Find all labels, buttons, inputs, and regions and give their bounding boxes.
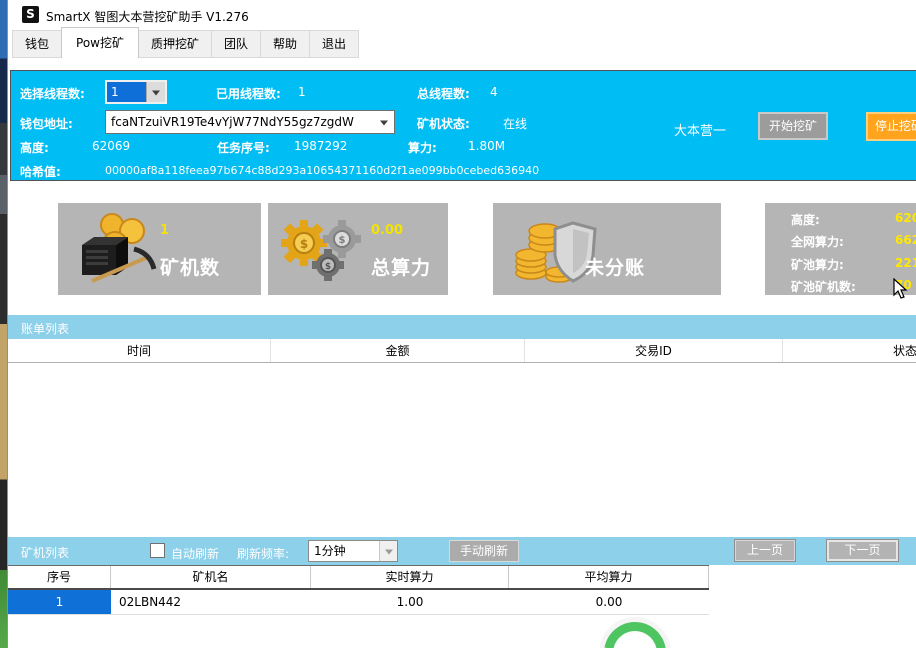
network-hashrate-label: 全网算力:: [791, 233, 844, 250]
miner-col-average[interactable]: 平均算力: [509, 566, 709, 588]
thread-count-dropdown-button[interactable]: [146, 82, 165, 102]
bill-col-time[interactable]: 时间: [8, 339, 271, 362]
title-bar: S SmartX 智图大本营挖矿助手 V1.276: [8, 0, 916, 30]
app-window: S SmartX 智图大本营挖矿助手 V1.276 钱包 Pow挖矿 质押挖矿 …: [7, 0, 916, 648]
auto-refresh-label: 自动刷新: [171, 545, 219, 562]
mouse-cursor-icon: [893, 278, 908, 300]
miner-row-average: 0.00: [509, 590, 709, 614]
refresh-rate-label: 刷新频率:: [237, 545, 289, 562]
refresh-rate-dropdown-button[interactable]: [379, 541, 397, 561]
height-value: 62069: [92, 139, 130, 153]
bill-col-txid[interactable]: 交易ID: [525, 339, 783, 362]
camp-name: 大本营一: [674, 120, 726, 139]
height-label: 高度:: [20, 139, 49, 156]
bill-list-title: 账单列表: [21, 320, 69, 337]
manual-refresh-button[interactable]: 手动刷新: [449, 540, 519, 562]
miner-row-realtime: 1.00: [311, 590, 509, 614]
pool-height-label: 高度:: [791, 211, 820, 228]
bill-table-header: 时间 金额 交易ID 状态: [8, 339, 916, 363]
refresh-rate-value: 1分钟: [309, 541, 379, 561]
wallet-dropdown-button[interactable]: [374, 111, 394, 133]
miner-row-name: 02LBN442: [111, 590, 311, 614]
screen: S SmartX 智图大本营挖矿助手 V1.276 钱包 Pow挖矿 质押挖矿 …: [0, 0, 916, 648]
used-threads-label: 已用线程数:: [216, 85, 281, 102]
tab-pow-mining[interactable]: Pow挖矿: [61, 27, 139, 58]
miner-count-label: 矿机数: [160, 253, 220, 280]
wallet-address-label: 钱包地址:: [20, 115, 73, 132]
total-hashrate-card: $ $ $ 0.00 总算力: [268, 203, 448, 295]
tab-exit[interactable]: 退出: [309, 30, 359, 58]
miner-col-index[interactable]: 序号: [8, 566, 111, 588]
tab-stake-mining[interactable]: 质押挖矿: [138, 30, 212, 58]
bill-list-section-bar: 账单列表: [8, 315, 916, 339]
pool-miner-count-label: 矿池矿机数:: [791, 278, 856, 295]
task-number-label: 任务序号:: [217, 139, 270, 156]
miner-row-index: 1: [8, 590, 111, 614]
network-hashrate-value: 662.2: [895, 233, 916, 247]
task-number-value: 1987292: [294, 139, 347, 153]
pool-hashrate-value: 221.7: [895, 256, 916, 270]
bill-col-amount[interactable]: 金额: [271, 339, 525, 362]
used-threads-value: 1: [298, 85, 306, 99]
svg-text:$: $: [300, 237, 308, 251]
miner-status-value: 在线: [503, 115, 527, 132]
unsettled-label: 未分账: [585, 253, 645, 280]
tab-help[interactable]: 帮助: [260, 30, 310, 58]
miner-table-header: 序号 矿机名 实时算力 平均算力: [8, 565, 709, 590]
thread-count-select[interactable]: 1: [105, 80, 167, 104]
auto-refresh-checkbox[interactable]: [150, 543, 165, 558]
next-page-button[interactable]: 下一页: [826, 539, 899, 562]
pool-height-value: 6205: [895, 211, 916, 225]
wallet-address-value: fcaNTzuiVR19Te4vYjW77NdY55gz7zgdW: [106, 111, 374, 133]
tab-wallet[interactable]: 钱包: [12, 30, 62, 58]
total-hashrate-label: 总算力: [371, 253, 431, 280]
svg-text:$: $: [325, 262, 331, 272]
tab-team[interactable]: 团队: [211, 30, 261, 58]
total-hashrate-value: 0.00: [371, 223, 403, 238]
thread-count-value: 1: [107, 82, 146, 102]
total-threads-value: 4: [490, 85, 498, 99]
stop-mining-button[interactable]: 停止挖矿: [866, 112, 916, 141]
bill-col-status[interactable]: 状态: [783, 339, 916, 362]
miner-list-section-bar: 矿机列表 自动刷新 刷新频率: 1分钟 手动刷新 上一页 下一页: [8, 537, 916, 565]
chevron-down-icon: [380, 121, 388, 126]
hashrate-label: 算力:: [408, 139, 437, 156]
hash-value: 00000af8a118feea97b674c88d293a1065437116…: [105, 164, 539, 177]
hash-label: 哈希值:: [20, 163, 61, 180]
window-title: SmartX 智图大本营挖矿助手 V1.276: [46, 8, 249, 25]
start-mining-button[interactable]: 开始挖矿: [758, 112, 828, 140]
loading-spinner-icon: [592, 610, 678, 648]
miner-col-realtime[interactable]: 实时算力: [311, 566, 509, 588]
pool-hashrate-label: 矿池算力:: [791, 256, 844, 273]
chevron-down-icon: [152, 91, 160, 96]
miner-count-value: 1: [160, 223, 169, 238]
miner-table-row[interactable]: 1 02LBN442 1.00 0.00: [8, 590, 709, 615]
thread-select-label: 选择线程数:: [20, 85, 85, 102]
mining-status-panel: 选择线程数: 1 已用线程数: 1 总线程数: 4 钱包地址: fcaNTzui…: [10, 70, 916, 181]
gears-icon: $ $ $: [276, 215, 368, 285]
chevron-down-icon: [385, 550, 393, 555]
unsettled-card: 未分账: [493, 203, 721, 295]
miner-status-label: 矿机状态:: [417, 115, 470, 132]
miner-count-card: 1 矿机数: [58, 203, 261, 295]
total-threads-label: 总线程数:: [417, 85, 470, 102]
miner-col-name[interactable]: 矿机名: [111, 566, 311, 588]
refresh-rate-select[interactable]: 1分钟: [308, 540, 398, 562]
hashrate-value: 1.80M: [468, 139, 505, 153]
svg-text:$: $: [339, 235, 346, 246]
desktop-background-strip: [0, 0, 7, 648]
wallet-address-select[interactable]: fcaNTzuiVR19Te4vYjW77NdY55gz7zgdW: [105, 110, 395, 134]
mining-rig-icon: [74, 211, 159, 287]
tab-bar: 钱包 Pow挖矿 质押挖矿 团队 帮助 退出: [12, 32, 358, 58]
app-logo-icon: S: [22, 6, 39, 23]
prev-page-button[interactable]: 上一页: [734, 539, 796, 562]
miner-list-title: 矿机列表: [21, 544, 69, 561]
